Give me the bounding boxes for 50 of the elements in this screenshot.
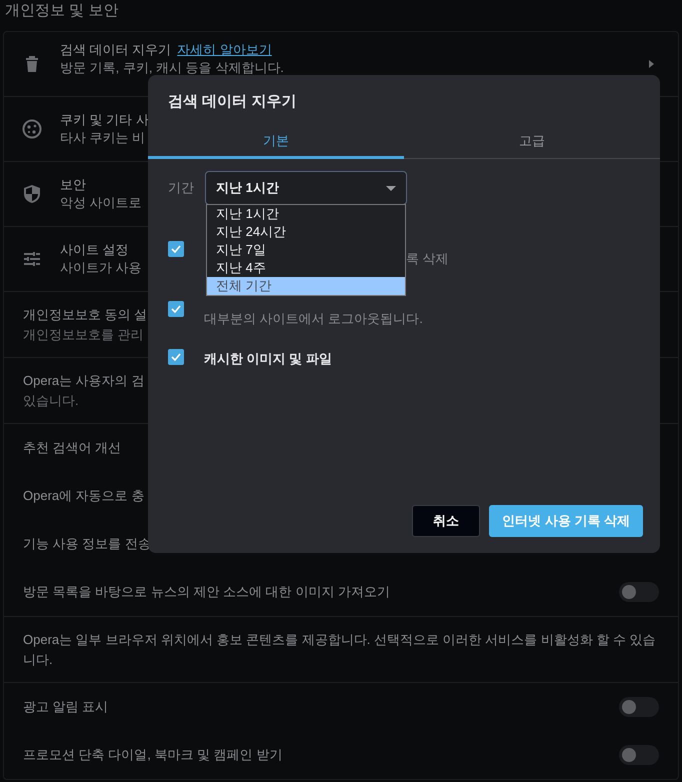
setting-label: 기능 사용 정보를 전송 [23,535,151,554]
row-title: 검색 데이터 지우기 [60,41,172,59]
toggle-switch[interactable] [619,582,659,602]
period-select[interactable]: 지난 1시간 [205,171,407,205]
dropdown-option[interactable]: 지난 4주 [207,259,405,277]
toggle-switch[interactable] [619,745,659,765]
dropdown-option[interactable]: 지난 1시간 [207,205,405,223]
row-subtitle: 악성 사이트로 [60,194,142,212]
checkbox[interactable] [168,241,184,257]
row-title: 쿠키 및 기타 사 [60,111,149,129]
setting-label: 광고 알림 표시 [23,698,108,716]
setting-label: 방문 목록을 바탕으로 뉴스의 제안 소스에 대한 이미지 가져오기 [23,583,390,602]
setting-label: 프로모션 단축 다이얼, 북마크 및 캠페인 받기 [23,746,282,764]
row-title: 보안 [60,176,86,194]
checkbox[interactable] [168,349,184,365]
setting-label: Opera에 자동으로 충 [23,487,144,506]
learn-more-link[interactable]: 자세히 알아보기 [177,41,272,59]
row-subtitle: 타사 쿠키는 비 [60,129,146,147]
dropdown-option[interactable]: 전체 기간 [207,277,405,295]
shield-icon [24,185,40,203]
row-title: 사이트 설정 [60,241,129,259]
description-text: Opera는 일부 브라우저 위치에서 홍보 콘텐츠를 제공합니다. 선택적으로 이러한 서비스를 비활성화 할 수 있습니다. [23,630,657,668]
period-label: 기간 [168,179,195,198]
checkbox[interactable] [168,301,184,317]
tab[interactable]: 기본 [148,125,404,159]
setting-label: 추천 검색어 개선 [23,439,122,458]
checkmark-icon [171,353,181,361]
caret-icon [386,186,396,190]
row-title: 개인정보보호 동의 설 [23,306,148,324]
toggle-switch[interactable] [619,697,659,717]
checkmark-icon [171,305,181,313]
cookie-icon [22,119,42,139]
dropdown-option[interactable]: 지난 24시간 [207,223,405,241]
row-title: Opera는 사용자의 검 [23,372,144,390]
chevron-right-icon[interactable] [649,60,654,68]
dialog-title: 검색 데이터 지우기 [167,92,298,112]
tab[interactable]: 고급 [404,125,660,159]
page-title: 개인정보 및 보안 [4,1,120,21]
trash-icon [25,56,39,72]
option-description: 대부분의 사이트에서 로그아웃됩니다. [204,310,423,328]
option-title: 캐시한 이미지 및 파일 [204,350,332,368]
cancel-button[interactable]: 취소 [412,505,480,537]
checkmark-icon [171,245,181,253]
option-description: 록 삭제 [406,250,449,268]
row-subtitle: 방문 기록, 쿠키, 캐시 등을 삭제합니다. [60,59,284,77]
dropdown-option[interactable]: 지난 7일 [207,241,405,259]
row-subtitle: 있습니다. [23,392,79,410]
row-subtitle: 사이트가 사용 [60,259,142,277]
row-subtitle: 개인정보보호를 관리 [23,326,144,344]
sliders-icon [24,252,40,266]
